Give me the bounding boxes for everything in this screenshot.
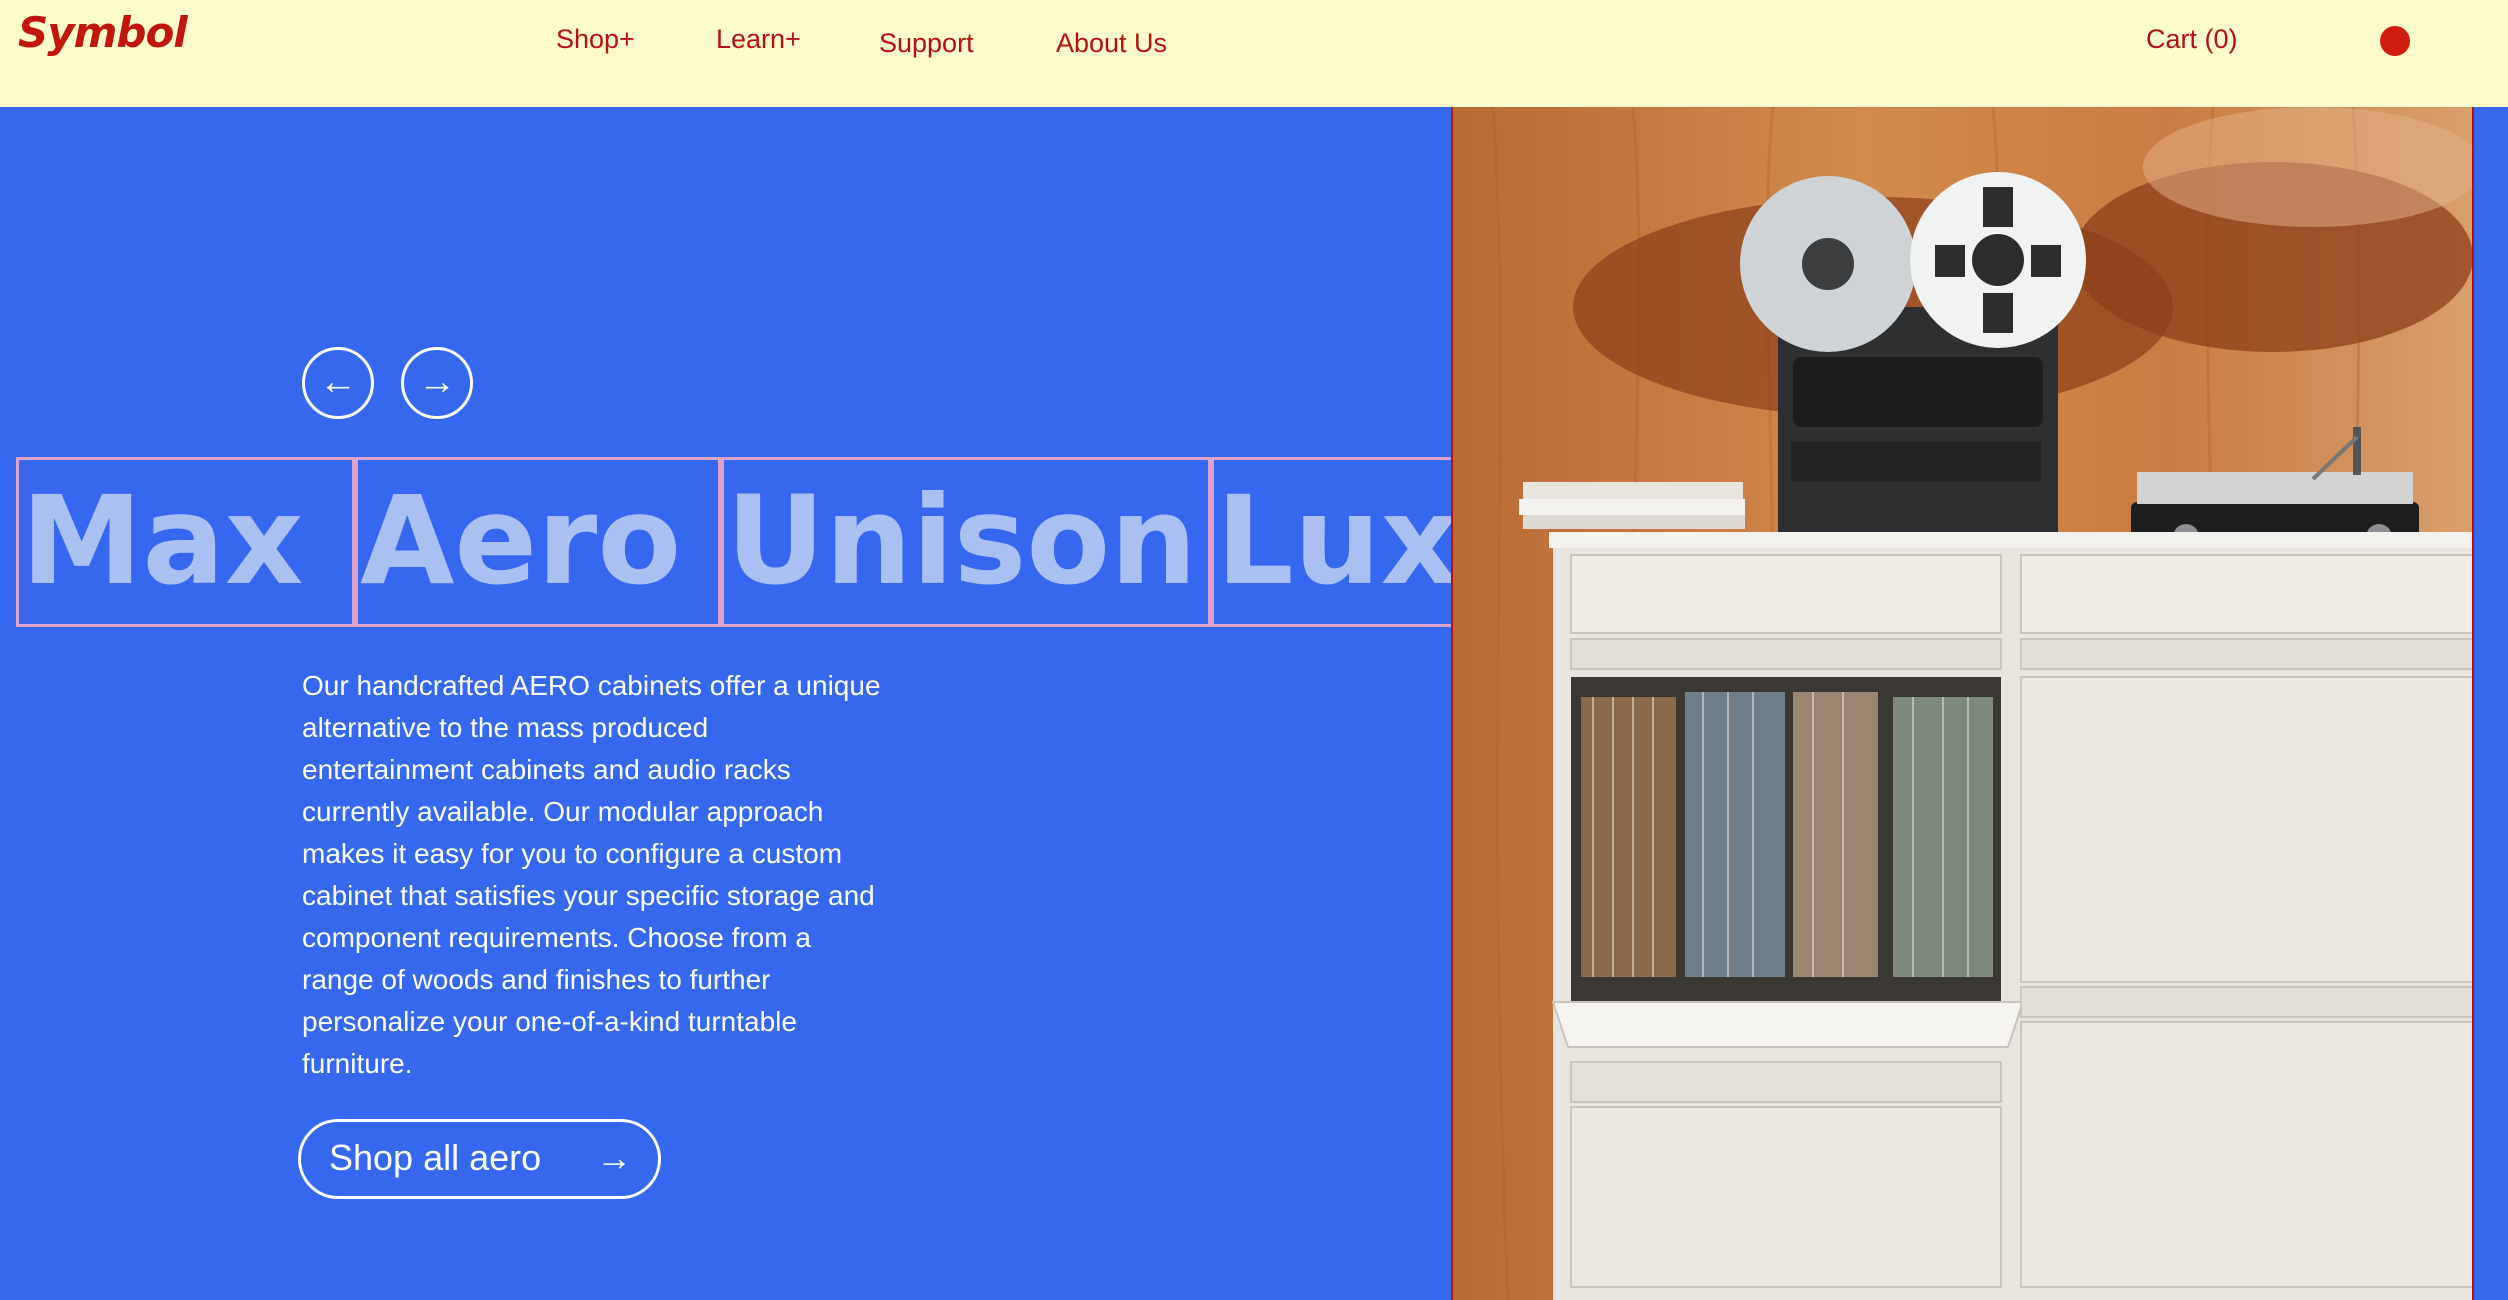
account-dot-icon[interactable] <box>2380 26 2410 56</box>
nav-about-us[interactable]: About Us <box>1056 28 1167 59</box>
arrow-right-icon: → <box>596 1137 632 1178</box>
product-intro-panel: ← → Max Aero Unison Luxe Our handcrafted… <box>0 107 1451 1300</box>
nav-learn[interactable]: Learn+ <box>716 24 801 55</box>
tab-max[interactable]: Max <box>16 457 355 627</box>
arrow-left-icon: ← <box>319 361 357 403</box>
product-photo <box>1451 107 2474 1300</box>
cart-link[interactable]: Cart (0) <box>2146 24 2238 55</box>
aero-cabinet-illustration <box>1453 107 2472 1300</box>
symbol-logo[interactable]: Symbol <box>18 8 188 57</box>
nav-support[interactable]: Support <box>879 28 974 59</box>
arrow-right-icon: → <box>418 361 456 403</box>
collection-description: Our handcrafted AERO cabinets offer a un… <box>302 670 881 1079</box>
shop-all-label: Shop all aero <box>329 1137 542 1178</box>
tab-aero[interactable]: Aero <box>355 457 721 627</box>
nav-shop[interactable]: Shop+ <box>556 24 635 55</box>
site-header: Symbol Shop+ Learn+ Support About Us Car… <box>0 0 2508 107</box>
right-edge-strip <box>2474 107 2508 1300</box>
carousel-next-button[interactable]: → <box>401 347 473 419</box>
shop-all-aero-button[interactable]: Shop all aero → <box>298 1119 661 1199</box>
collection-tabs: Max Aero Unison Luxe <box>16 457 1451 627</box>
carousel-prev-button[interactable]: ← <box>302 347 374 419</box>
tab-unison[interactable]: Unison <box>721 457 1211 627</box>
tab-luxe[interactable]: Luxe <box>1211 457 1451 627</box>
